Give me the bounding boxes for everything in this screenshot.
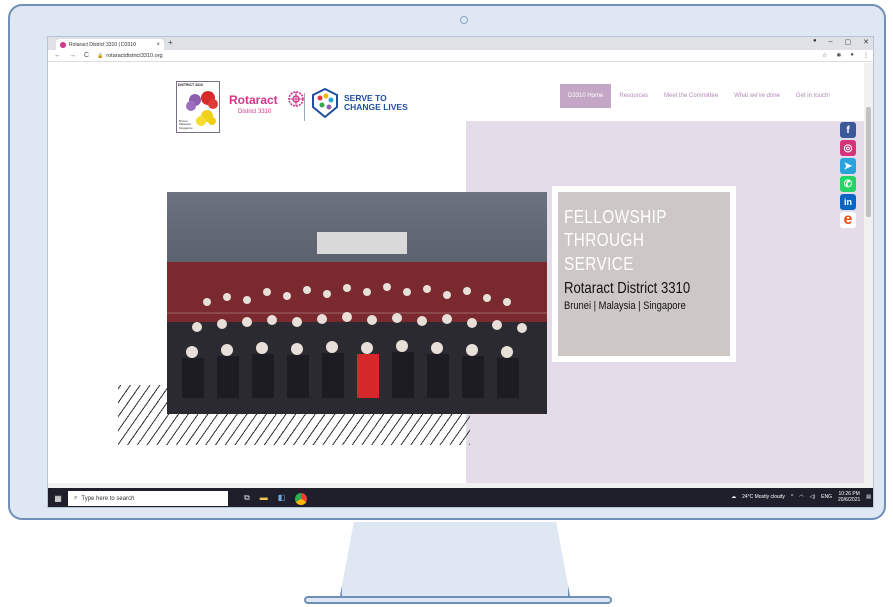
instagram-icon[interactable]: ◎ [840,140,856,156]
system-tray: ☁ 24°C Mostly cloudy ^ ◠ ◁) ENG 10:26 PM… [731,491,871,503]
logo-subtitle: Brunei Malaysia Singapore [179,119,193,130]
weather-text[interactable]: 24°C Mostly cloudy [742,494,785,500]
search-icon: ⌕ [74,495,78,501]
theme-emblem-icon [312,87,338,119]
close-window-button[interactable]: ✕ [863,38,869,46]
hero-card-panel: FELLOWSHIP THROUGH SERVICE Rotaract Dist… [558,192,730,356]
hero-district-name: Rotaract District 3310 [564,280,691,298]
screen: Rotaract District 3310 | D3310 × + ● – ▢… [47,36,874,508]
minimize-button[interactable]: – [829,38,833,46]
nav-resources[interactable]: Resources [611,84,656,108]
reload-button[interactable]: C [84,52,89,59]
notifications-icon[interactable]: ▤ [866,494,871,500]
bookmark-star-icon[interactable]: ☆ [822,52,827,59]
maximize-button[interactable]: ▢ [845,38,852,46]
back-button[interactable]: ← [54,52,61,59]
store-icon[interactable]: ◧ [278,493,286,505]
hero-line-1: FELLOWSHIP [564,207,667,227]
windows-taskbar: ▦ ⌕ Type here to search ⧉ ▬ ◧ ☁ 24°C Mos… [48,488,873,507]
facebook-icon[interactable]: f [840,122,856,138]
url-field[interactable]: 🔒 rotaractdistrict3310.org [97,53,162,59]
monitor-frame: Rotaract District 3310 | D3310 × + ● – ▢… [8,4,886,520]
clock-date: 20/6/2021 [838,497,861,503]
tab-bar: Rotaract District 3310 | D3310 × + ● – ▢… [48,37,873,50]
browser-menu-icon[interactable]: ⋮ [863,52,869,59]
extensions-icon[interactable]: ✱ [836,52,841,59]
webcam-dot [460,16,468,24]
tray-chevron-icon[interactable]: ^ [791,494,793,500]
logo-caption: DISTRICT 3310 [178,83,203,87]
desktop-illustration: Rotaract District 3310 | D3310 × + ● – ▢… [0,0,893,607]
group-photo [167,192,547,414]
file-explorer-icon[interactable]: ▬ [260,493,268,505]
monitor-stand-neck [340,522,570,596]
new-tab-button[interactable]: + [168,38,173,47]
nav-get-in-touch[interactable]: Get in touch! [788,84,838,108]
telegram-icon[interactable]: ➤ [840,158,856,174]
hero-card: FELLOWSHIP THROUGH SERVICE Rotaract Dist… [552,186,736,362]
webpage: DISTRICT 3310 Brunei Malaysia Singapore … [48,63,873,483]
tab-title: Rotaract District 3310 | D3310 [69,41,136,48]
browser-tab[interactable]: Rotaract District 3310 | D3310 × [56,39,164,50]
social-links: f ◎ ➤ ✆ in e [840,122,856,228]
weather-icon: ☁ [731,494,737,500]
taskbar-search-input[interactable]: ⌕ Type here to search [68,491,228,506]
url-text: rotaractdistrict3310.org [106,52,163,59]
theme-line-2: CHANGE LIVES [344,102,408,113]
main-navigation: D3310 Home Resources Meet the Committee … [560,84,838,108]
clock[interactable]: 10:26 PM 20/6/2021 [838,491,860,503]
edge-e-icon[interactable]: e [840,211,856,228]
linkedin-icon[interactable]: in [840,194,856,210]
window-controls: ● – ▢ ✕ [813,38,869,46]
brand-name: Rotaract [229,93,278,107]
search-placeholder: Type here to search [81,495,135,502]
whatsapp-icon[interactable]: ✆ [840,176,856,192]
hero-line-2: THROUGH [564,230,645,251]
lock-icon: 🔒 [97,52,104,59]
rotary-wheel-icon [288,91,304,107]
district-logo[interactable]: DISTRICT 3310 Brunei Malaysia Singapore [176,81,220,133]
hero-countries: Brunei | Malaysia | Singapore [564,300,686,313]
header-divider [304,93,305,121]
nav-meet-the-committee[interactable]: Meet the Committee [656,84,726,108]
vertical-scrollbar[interactable] [864,63,873,483]
nav-what-weve-done[interactable]: What we've done [726,84,788,108]
monitor-stand-base [304,596,612,604]
task-view-icon[interactable]: ⧉ [244,493,250,505]
address-bar: ← → C 🔒 rotaractdistrict3310.org ☆ ✱ ● ⋮ [48,50,873,62]
windows-start-icon[interactable]: ▦ [48,494,68,503]
network-icon[interactable]: ◠ [799,494,803,500]
chrome-taskbar-icon[interactable] [295,492,308,505]
scrollbar-thumb[interactable] [866,107,871,217]
site-favicon-icon [60,41,66,48]
tab-close-icon[interactable]: × [156,42,160,48]
record-icon: ● [812,38,817,44]
profile-avatar-icon[interactable]: ● [850,52,854,59]
nav-d3310-home[interactable]: D3310 Home [560,84,612,108]
volume-icon[interactable]: ◁) [810,494,816,500]
theme-slogan: SERVE TO CHANGE LIVES [344,93,408,113]
hero-line-3: SERVICE [564,253,634,274]
brand-district: District 3310 [238,109,272,115]
forward-button[interactable]: → [69,52,76,59]
language-indicator[interactable]: ENG [821,494,832,500]
